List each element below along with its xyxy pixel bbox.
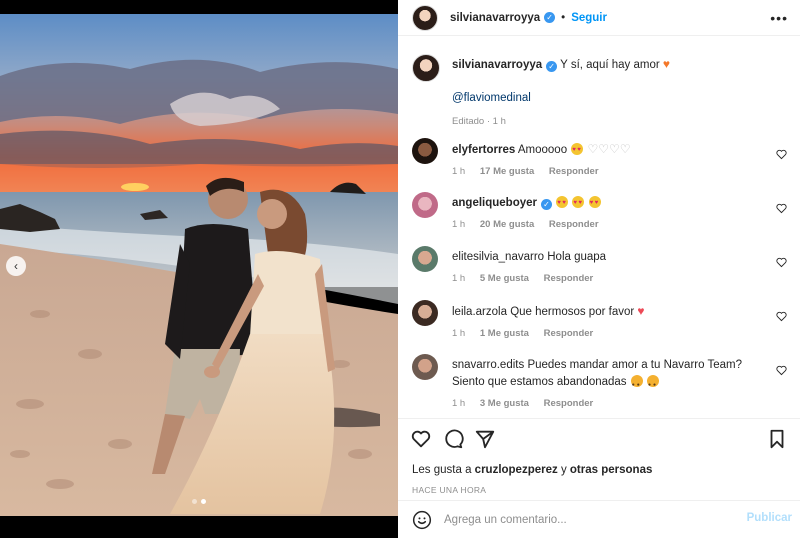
- commenter-username[interactable]: elitesilvia_navarro: [452, 251, 544, 263]
- comment-item: leila.arzola Que hermosos por favor ♥ 1 …: [412, 300, 787, 339]
- comment-likes[interactable]: 17 Me gusta: [480, 166, 534, 177]
- likes-prefix: Les gusta a: [412, 464, 472, 476]
- carousel-dot-2: [201, 499, 206, 504]
- verified-badge-icon: ✓: [546, 61, 558, 72]
- carousel-dot-1: [192, 499, 197, 504]
- save-bookmark-icon[interactable]: [766, 428, 788, 450]
- reply-button[interactable]: Responder: [549, 166, 599, 177]
- publish-button[interactable]: Publicar: [747, 512, 792, 524]
- verified-badge-icon: ✓: [541, 199, 552, 210]
- verified-badge-icon: ✓: [544, 12, 556, 23]
- caption-author-username[interactable]: silvianavarroyya: [452, 59, 542, 71]
- author-avatar[interactable]: [412, 4, 438, 31]
- comment-item: snavarro.edits Puedes mandar amor a tu N…: [412, 354, 787, 409]
- heart-eyes-emoji-icon: [571, 142, 584, 159]
- reply-button[interactable]: Responder: [544, 273, 594, 284]
- carousel-indicator: [0, 499, 398, 504]
- comment-item: angeliqueboyer ✓ 1 h 20 Me gusta Responde…: [412, 192, 787, 230]
- beach-couple-photo: [0, 14, 398, 516]
- commenter-username[interactable]: angeliqueboyer: [452, 197, 537, 209]
- like-comment-heart-icon[interactable]: [776, 149, 787, 160]
- post-side-panel: silvianavarroyya ✓ • Seguir ••• silviana…: [398, 0, 800, 538]
- comment-time: 1 h: [452, 166, 466, 177]
- post-timestamp[interactable]: HACE UNA HORA: [412, 485, 486, 495]
- post-caption: silvianavarroyya ✓ Y sí, aquí hay amor ♥ …: [412, 54, 787, 130]
- comment-bubble-icon[interactable]: [442, 428, 464, 450]
- commenter-avatar[interactable]: [412, 246, 438, 272]
- like-comment-heart-icon[interactable]: [776, 257, 787, 268]
- comment-likes[interactable]: 5 Me gusta: [480, 273, 529, 284]
- comment-likes[interactable]: 3 Me gusta: [480, 398, 529, 409]
- red-heart-emoji-icon: ♥: [637, 304, 645, 318]
- previous-image-button[interactable]: ‹: [6, 256, 26, 276]
- likes-summary: Les gusta a cruzlopezperez y otras perso…: [412, 464, 652, 476]
- heart-eyes-emoji-icon: [556, 195, 569, 212]
- post-photo[interactable]: ‹: [0, 0, 398, 538]
- commenter-username[interactable]: leila.arzola: [452, 306, 507, 318]
- like-comment-heart-icon[interactable]: [776, 365, 787, 376]
- caption-author-avatar[interactable]: [412, 54, 440, 82]
- header-separator: •: [561, 11, 566, 24]
- heart-eyes-emoji-icon: [588, 195, 601, 212]
- comment-time: 1 h: [452, 219, 466, 230]
- reply-button[interactable]: Responder: [549, 219, 599, 230]
- post-actions-bar: [410, 428, 788, 452]
- comment-text: Amooooo: [517, 144, 568, 156]
- caption-meta: Editado · 1 h: [452, 116, 506, 127]
- comment-text: Hola guapa: [547, 251, 607, 263]
- author-username[interactable]: silvianavarroyya: [450, 12, 540, 24]
- comment-time: 1 h: [452, 328, 466, 339]
- commenter-avatar[interactable]: [412, 192, 438, 218]
- commenter-avatar[interactable]: [412, 354, 438, 380]
- comment-text: Que hermosos por favor: [510, 306, 635, 318]
- white-heart-emoji-icon: ♡♡♡♡: [587, 142, 631, 156]
- add-comment-input[interactable]: [444, 511, 734, 529]
- heart-eyes-emoji-icon: [572, 195, 585, 212]
- follow-button[interactable]: Seguir: [571, 12, 607, 24]
- more-options-icon[interactable]: •••: [770, 10, 788, 26]
- comment-item: elyfertorres Amooooo ♡♡♡♡ 1 h 17 Me gust…: [412, 138, 787, 177]
- comment-item: elitesilvia_navarro Hola guapa 1 h 5 Me …: [412, 246, 787, 284]
- reply-button[interactable]: Responder: [544, 398, 594, 409]
- likes-and: y: [560, 464, 567, 476]
- commenter-username[interactable]: snavarro.edits: [452, 359, 524, 371]
- comment-composer: Publicar: [398, 500, 800, 538]
- like-heart-icon[interactable]: [410, 428, 432, 450]
- comment-time: 1 h: [452, 273, 466, 284]
- like-comment-heart-icon[interactable]: [776, 311, 787, 322]
- post-header: silvianavarroyya ✓ • Seguir •••: [398, 0, 800, 36]
- crying-face-emoji-icon: [646, 375, 659, 394]
- commenter-avatar[interactable]: [412, 300, 438, 326]
- comment-likes[interactable]: 20 Me gusta: [480, 219, 534, 230]
- orange-heart-emoji-icon: ♥: [662, 57, 670, 71]
- likes-user-link[interactable]: cruzlopezperez: [475, 464, 558, 476]
- commenter-username[interactable]: elyfertorres: [452, 144, 515, 156]
- reply-button[interactable]: Responder: [544, 328, 594, 339]
- crying-face-emoji-icon: [630, 375, 643, 394]
- comment-likes[interactable]: 1 Me gusta: [480, 328, 529, 339]
- actions-divider: [398, 418, 800, 419]
- instagram-post-modal: ‹ silvianavarroyya ✓ • Seguir ••• silvia…: [0, 0, 800, 538]
- likes-others-link[interactable]: otras personas: [570, 464, 652, 476]
- like-comment-heart-icon[interactable]: [776, 203, 787, 214]
- commenter-avatar[interactable]: [412, 138, 438, 164]
- caption-text: Y sí, aquí hay amor: [560, 59, 660, 71]
- comment-time: 1 h: [452, 398, 466, 409]
- caption-mention-link[interactable]: @flaviomedinal: [452, 90, 787, 107]
- share-paper-plane-icon[interactable]: [474, 428, 496, 450]
- emoji-smiley-icon[interactable]: [412, 510, 432, 530]
